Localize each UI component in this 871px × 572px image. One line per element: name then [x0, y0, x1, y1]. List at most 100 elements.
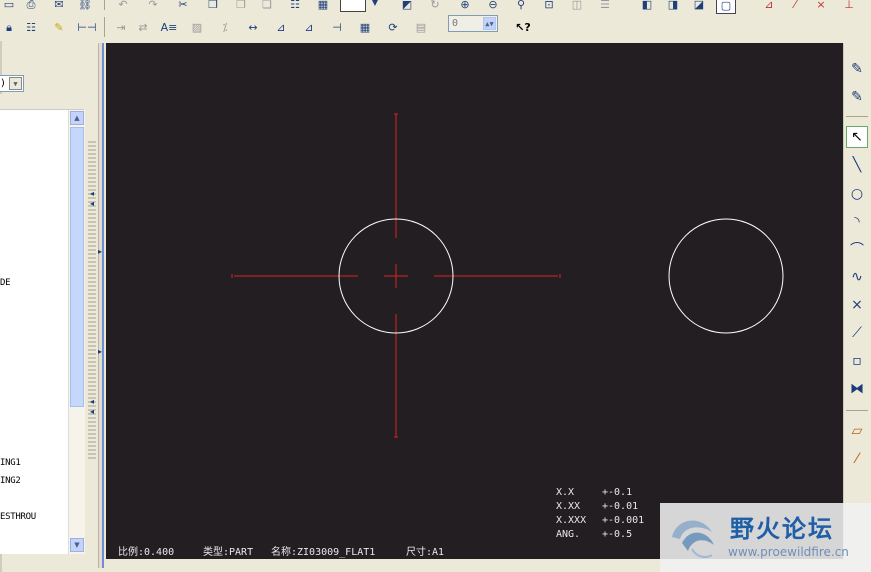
surface-finish-icon[interactable]: ⊿ — [272, 19, 290, 35]
line-tool-icon[interactable]: ╲ — [846, 154, 868, 176]
tolerance-format: X.XXX — [556, 515, 587, 526]
surface-finish-2-icon[interactable]: ⊿ — [300, 19, 318, 35]
text-style-icon[interactable]: A≡ — [160, 19, 178, 35]
tree-item[interactable]: ING1 — [0, 458, 21, 468]
plane-tool-icon[interactable]: ▱ — [846, 420, 868, 442]
percent-icon[interactable]: ⁒ — [216, 19, 234, 35]
saved-views-icon[interactable]: ☰ — [596, 0, 614, 12]
move-icon[interactable]: ⇄ — [134, 19, 152, 35]
redo-icon[interactable]: ↷ — [144, 0, 162, 12]
print-icon[interactable]: ⎙ — [22, 0, 40, 12]
datum-axes-icon[interactable]: ⁄ — [786, 0, 804, 12]
copy-icon[interactable]: ❐ — [204, 0, 222, 12]
note-icon[interactable]: ⊣ — [328, 19, 346, 35]
toolbar-separator — [104, 0, 105, 10]
expand-arrow-icon[interactable]: ▸ — [98, 347, 102, 356]
zoom-in-icon[interactable]: ⊕ — [456, 0, 474, 12]
chamfer-tool-icon[interactable]: ⟋ — [846, 322, 868, 344]
zoom-window-icon[interactable]: ⚲ — [512, 0, 530, 12]
spin-icon[interactable]: ▲▼ — [483, 17, 496, 30]
arc-tool-icon[interactable]: ◝ — [846, 211, 868, 233]
chevron-down-icon[interactable]: ▼ — [366, 0, 384, 11]
tolerance-value: +-0.1 — [602, 487, 633, 498]
tree-item[interactable]: DE — [0, 278, 11, 288]
toolbar-row-1: ▭ ⎙ ✉ ⛓ ↶ ↷ ✂ ❐ ❐ ❏ ☷ ▦ ▼ ◩ ↻ ⊕ ⊖ ⚲ ⊡ ◫ … — [0, 0, 871, 15]
dim-icon[interactable]: ↔ — [244, 19, 262, 35]
scroll-up-icon[interactable]: ▲ — [70, 111, 84, 125]
select-box-icon[interactable] — [340, 0, 366, 12]
collapse-arrow-icon[interactable]: ◂ — [90, 397, 94, 406]
line-width-value: 0 — [452, 18, 459, 29]
line-width-combo[interactable]: 0 ▲▼ — [448, 15, 498, 32]
navigator-header-line — [0, 94, 84, 110]
highlight-icon[interactable]: ✎ — [50, 19, 68, 35]
regenerate-icon[interactable]: ☷ — [286, 0, 304, 12]
paste-special-icon[interactable]: ❏ — [258, 0, 276, 12]
tree-scrollbar[interactable]: ▲ ▼ — [68, 110, 85, 554]
save-icon[interactable]: ▭ — [0, 0, 18, 12]
spline-tool-icon[interactable]: ∿ — [846, 266, 868, 288]
point-tool-icon[interactable]: × — [846, 294, 868, 316]
help-arrow-icon[interactable]: ↖? — [514, 19, 532, 35]
toolbar-separator — [846, 116, 868, 117]
link-icon[interactable]: ⛓ — [76, 0, 94, 12]
datum-points-icon[interactable]: × — [812, 0, 830, 12]
toolbar-separator — [846, 410, 868, 411]
span-icon[interactable]: ⊢⊣ — [77, 19, 96, 35]
rectangle-tool-icon[interactable]: ▫ — [846, 350, 868, 372]
circle-tool-icon[interactable]: ○ — [846, 183, 868, 205]
cut-icon[interactable]: ✂ — [174, 0, 192, 12]
zoom-fit-icon[interactable]: ⊡ — [540, 0, 558, 12]
tolerance-value: +-0.5 — [602, 529, 633, 540]
tolerance-format: X.X — [556, 487, 575, 498]
zoom-out-icon[interactable]: ⊖ — [484, 0, 502, 12]
toolbar-separator — [104, 17, 105, 37]
lock-icon[interactable]: 🔒︎ — [0, 19, 18, 35]
fillet-tool-icon[interactable]: ⌒ — [846, 238, 868, 260]
paste-icon[interactable]: ❐ — [232, 0, 250, 12]
table-insert-icon[interactable]: ▦ — [356, 19, 374, 35]
display-constraints-icon[interactable]: ✎ — [846, 86, 868, 108]
tolerance-format: ANG. — [556, 529, 581, 540]
repaint-icon[interactable]: ◩ — [398, 0, 416, 12]
navigator-dropdown[interactable]: ) ▼ — [0, 75, 24, 92]
wireframe-icon[interactable]: ▢ — [716, 0, 736, 14]
spin-center-icon[interactable]: ↻ — [426, 0, 444, 12]
datum-csys-icon[interactable]: ⊥ — [840, 0, 858, 12]
scroll-down-icon[interactable]: ▼ — [70, 538, 84, 552]
orient-icon[interactable]: ◫ — [568, 0, 586, 12]
grid-icon[interactable]: ▤ — [412, 19, 430, 35]
hole-circle-right[interactable] — [668, 218, 784, 334]
centerline-group — [231, 113, 561, 438]
tree-item[interactable]: ING2 — [0, 476, 21, 486]
chevron-down-icon[interactable]: ▼ — [9, 77, 22, 90]
watermark-logo-icon — [672, 520, 714, 558]
collapse-arrow-icon[interactable]: ◂ — [90, 407, 94, 416]
email-icon[interactable]: ✉ — [50, 0, 68, 12]
hatch-icon[interactable]: ▨ — [188, 19, 206, 35]
mirror-tool-icon[interactable]: ⧓ — [846, 378, 868, 400]
model-tree[interactable]: DE ING1 ING2 ESTHROU — [0, 110, 68, 554]
expand-arrow-icon[interactable]: ▸ — [98, 247, 102, 256]
hidden-line-icon[interactable]: ◨ — [664, 0, 682, 12]
panel-divider[interactable] — [98, 43, 104, 568]
tree-item[interactable]: ESTHROU — [0, 512, 36, 522]
shaded-icon[interactable]: ◧ — [638, 0, 656, 12]
scroll-thumb[interactable] — [70, 127, 84, 407]
model-tree-icon[interactable]: ▦ — [314, 0, 332, 12]
align-icon[interactable]: ⇥ — [112, 19, 130, 35]
status-name: 名称:ZI03009_FLAT1 — [271, 547, 376, 558]
datum-planes-icon[interactable]: ⊿ — [760, 0, 778, 12]
select-arrow-icon[interactable]: ↖ — [846, 126, 868, 148]
collapse-arrow-icon[interactable]: ◂ — [90, 199, 94, 208]
undo-icon[interactable]: ↶ — [114, 0, 132, 12]
collapse-arrow-icon[interactable]: ◂ — [90, 189, 94, 198]
watermark: 野火论坛 www.proewildfire.cn — [660, 503, 871, 572]
table-icon[interactable]: ☷ — [22, 19, 40, 35]
watermark-url: www.proewildfire.cn — [728, 545, 849, 559]
axis-tool-icon[interactable]: ⁄ — [846, 448, 868, 470]
drawing-canvas[interactable]: X.X +-0.1 X.XX +-0.01 X.XXX +-0.001 ANG.… — [106, 43, 843, 559]
update-icon[interactable]: ⟳ — [384, 19, 402, 35]
display-dims-icon[interactable]: ✎ — [846, 58, 868, 80]
no-hidden-icon[interactable]: ◪ — [690, 0, 708, 12]
